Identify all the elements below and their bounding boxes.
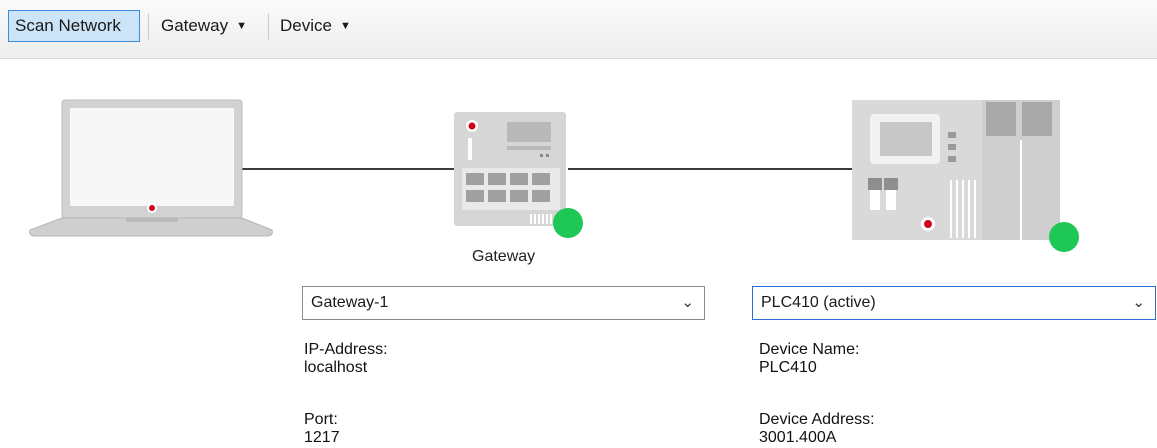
chevron-down-icon: ⌄ bbox=[681, 294, 694, 311]
ip-address-value: localhost bbox=[304, 359, 368, 376]
device-name-label: Device Name: bbox=[759, 341, 860, 358]
port-label: Port: bbox=[304, 411, 338, 428]
toolbar: Scan Network Gateway ▼ Device ▼ bbox=[0, 0, 1157, 59]
device-select-value: PLC410 (active) bbox=[761, 294, 876, 311]
scan-network-label: Scan Network bbox=[15, 16, 121, 35]
gateway-label: Gateway bbox=[472, 248, 536, 265]
device-name-value: PLC410 bbox=[759, 359, 817, 376]
gateway-menu-label: Gateway bbox=[161, 16, 229, 35]
gateway-status-indicator bbox=[553, 208, 583, 238]
gateway-icon bbox=[454, 112, 566, 226]
device-menu-label: Device bbox=[280, 16, 332, 35]
plc-device-icon bbox=[852, 100, 1060, 240]
device-status-indicator bbox=[1049, 222, 1079, 252]
port-value: 1217 bbox=[304, 429, 340, 446]
gateway-select-value: Gateway-1 bbox=[311, 294, 389, 311]
toolbar-separator bbox=[268, 14, 269, 40]
ip-address-label: IP-Address: bbox=[304, 341, 388, 358]
laptop-icon bbox=[29, 99, 273, 237]
device-address-value: 3001.400A bbox=[759, 429, 837, 446]
device-select[interactable]: PLC410 (active) ⌄ bbox=[752, 286, 1156, 320]
chevron-down-icon: ⌄ bbox=[1132, 294, 1145, 311]
device-address-label: Device Address: bbox=[759, 411, 875, 428]
connection-line-gateway-device bbox=[568, 168, 854, 170]
scan-network-button[interactable]: Scan Network bbox=[8, 10, 140, 42]
device-menu-button[interactable]: Device ▼ bbox=[274, 10, 357, 42]
gateway-select[interactable]: Gateway-1 ⌄ bbox=[302, 286, 705, 320]
caret-down-icon: ▼ bbox=[236, 20, 247, 32]
toolbar-separator bbox=[148, 14, 149, 40]
gateway-menu-button[interactable]: Gateway ▼ bbox=[155, 10, 253, 42]
caret-down-icon: ▼ bbox=[339, 20, 351, 32]
